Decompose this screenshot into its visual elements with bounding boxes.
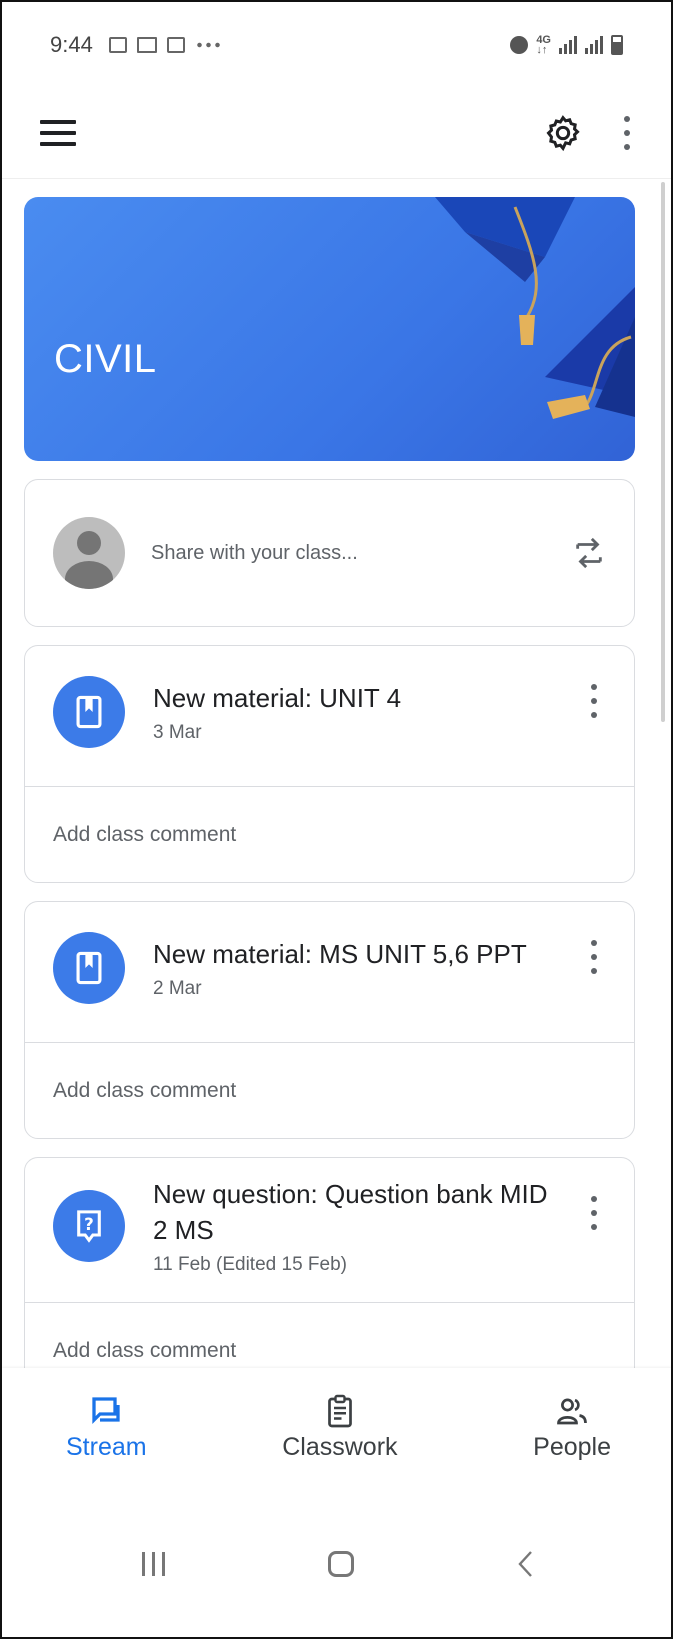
post-more-options-icon[interactable] bbox=[588, 1196, 600, 1230]
settings-gear-icon[interactable] bbox=[543, 113, 583, 153]
stream-post: New material: MS UNIT 5,6 PPT 2 Mar Add … bbox=[24, 901, 635, 1139]
post-header[interactable]: New material: UNIT 4 3 Mar bbox=[25, 646, 634, 786]
post-more-options-icon[interactable] bbox=[588, 684, 600, 718]
material-book-icon bbox=[53, 676, 125, 748]
tab-label: People bbox=[533, 1432, 611, 1461]
svg-text:?: ? bbox=[84, 1214, 94, 1234]
stream-post: ? New question: Question bank MID 2 MS 1… bbox=[24, 1157, 635, 1399]
post-header[interactable]: ? New question: Question bank MID 2 MS 1… bbox=[25, 1158, 634, 1302]
post-date: 11 Feb (Edited 15 Feb) bbox=[153, 1254, 347, 1275]
tab-stream[interactable]: Stream bbox=[66, 1368, 147, 1486]
post-header[interactable]: New material: MS UNIT 5,6 PPT 2 Mar bbox=[25, 902, 634, 1042]
more-options-icon[interactable] bbox=[621, 115, 633, 150]
question-icon: ? bbox=[53, 1190, 125, 1262]
classwork-clipboard-icon bbox=[328, 1394, 352, 1427]
class-name: CIVIL bbox=[54, 337, 157, 381]
more-notifications-icon bbox=[194, 41, 221, 48]
tab-classwork[interactable]: Classwork bbox=[282, 1368, 398, 1486]
post-date: 2 Mar bbox=[153, 978, 202, 999]
class-banner[interactable]: CIVIL bbox=[24, 197, 635, 461]
stream-content: CIVIL Share with your class... New mater… bbox=[24, 197, 635, 1399]
tab-label: Stream bbox=[66, 1432, 147, 1461]
recent-apps-icon[interactable] bbox=[142, 1551, 165, 1576]
post-title: New material: MS UNIT 5,6 PPT bbox=[153, 939, 527, 969]
post-date: 3 Mar bbox=[153, 722, 202, 743]
add-class-comment-button[interactable]: Add class comment bbox=[25, 786, 634, 882]
post-title: New question: Question bank MID 2 MS bbox=[153, 1179, 548, 1245]
signal-icon bbox=[559, 35, 577, 54]
app-frame: 9:44 4G ↓↑ CIVIL Share with your class..… bbox=[0, 0, 673, 1639]
status-time: 9:44 bbox=[50, 31, 93, 57]
network-type-icon: 4G ↓↑ bbox=[536, 33, 551, 56]
post-more-options-icon[interactable] bbox=[588, 940, 600, 974]
back-icon[interactable] bbox=[516, 1549, 536, 1579]
user-avatar-icon bbox=[53, 517, 125, 589]
graduation-caps-illustration bbox=[435, 197, 635, 419]
material-book-icon bbox=[53, 932, 125, 1004]
signal-icon-2 bbox=[585, 35, 603, 54]
app-bar bbox=[2, 87, 671, 179]
repost-icon[interactable] bbox=[572, 533, 606, 573]
scrollbar[interactable] bbox=[661, 182, 665, 722]
stream-icon bbox=[92, 1396, 120, 1424]
people-icon bbox=[557, 1398, 587, 1424]
system-navigation-bar bbox=[2, 1486, 671, 1637]
stream-post: New material: UNIT 4 3 Mar Add class com… bbox=[24, 645, 635, 883]
battery-icon bbox=[611, 34, 623, 55]
gmail-icon bbox=[136, 36, 157, 53]
share-input[interactable]: Share with your class... bbox=[151, 542, 572, 565]
gallery-icon bbox=[108, 36, 127, 53]
share-with-class-card[interactable]: Share with your class... bbox=[24, 479, 635, 627]
tab-label: Classwork bbox=[282, 1432, 398, 1461]
add-class-comment-button[interactable]: Add class comment bbox=[25, 1042, 634, 1138]
alarm-icon bbox=[510, 35, 529, 54]
status-bar: 9:44 4G ↓↑ bbox=[2, 2, 671, 87]
post-title: New material: UNIT 4 bbox=[153, 683, 402, 713]
tab-people[interactable]: People bbox=[533, 1368, 611, 1486]
bottom-navigation: Stream Classwork People bbox=[2, 1368, 671, 1486]
home-icon[interactable] bbox=[327, 1550, 354, 1577]
notification-icon bbox=[166, 36, 185, 53]
menu-icon[interactable] bbox=[40, 119, 76, 146]
